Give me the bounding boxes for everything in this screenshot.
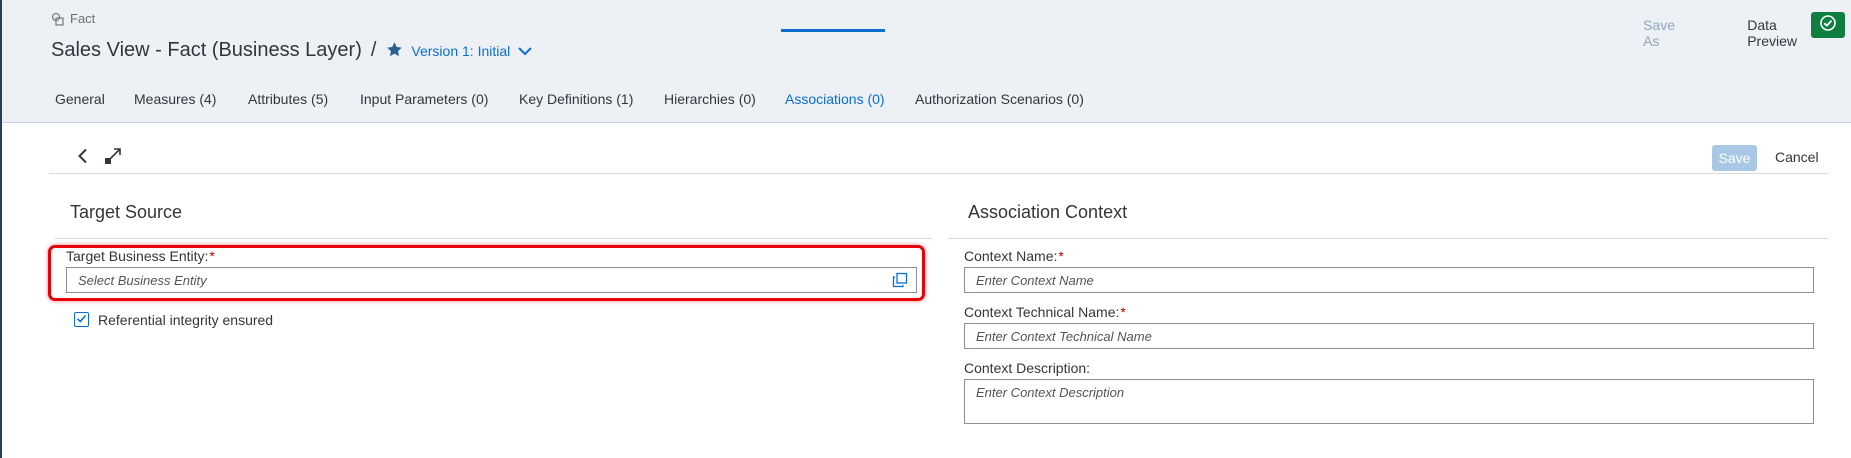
expand-icon[interactable] bbox=[104, 147, 122, 170]
activate-button[interactable] bbox=[1811, 12, 1845, 38]
context-name-label-text: Context Name: bbox=[964, 248, 1058, 264]
referential-integrity-label: Referential integrity ensured bbox=[98, 312, 274, 328]
cube-icon bbox=[51, 12, 65, 26]
breadcrumb-label: Fact bbox=[70, 11, 96, 26]
title-row: Sales View - Fact (Business Layer) / Ver… bbox=[51, 39, 532, 62]
object-header: Fact Sales View - Fact (Business Layer) … bbox=[2, 0, 1851, 123]
context-technical-name-placeholder: Enter Context Technical Name bbox=[976, 329, 1152, 344]
highlight-annotation bbox=[48, 245, 925, 301]
tab-input-parameters[interactable]: Input Parameters (0) bbox=[360, 91, 488, 123]
chevron-down-icon[interactable] bbox=[518, 43, 532, 59]
tab-measures[interactable]: Measures (4) bbox=[134, 91, 216, 123]
association-context-title: Association Context bbox=[968, 202, 1128, 222]
association-context-divider bbox=[948, 238, 1829, 239]
tab-associations[interactable]: Associations (0) bbox=[785, 91, 885, 123]
required-marker: * bbox=[1058, 248, 1064, 264]
context-description-placeholder: Enter Context Description bbox=[976, 385, 1125, 400]
required-marker: * bbox=[1120, 304, 1126, 320]
title-separator: / bbox=[370, 39, 377, 61]
context-name-label: Context Name:* bbox=[964, 248, 1064, 264]
context-technical-name-label: Context Technical Name:* bbox=[964, 304, 1126, 320]
page-title: Sales View - Fact (Business Layer) bbox=[51, 39, 362, 61]
context-name-placeholder: Enter Context Name bbox=[976, 273, 1094, 288]
active-tab-indicator bbox=[781, 29, 885, 32]
tab-general[interactable]: General bbox=[55, 91, 105, 123]
tab-attributes[interactable]: Attributes (5) bbox=[248, 91, 328, 123]
detail-toolbar: Save Cancel bbox=[49, 144, 1829, 174]
target-source-title: Target Source bbox=[70, 202, 183, 222]
breadcrumb[interactable]: Fact bbox=[51, 11, 95, 26]
save-as-button[interactable]: Save As bbox=[1643, 17, 1675, 49]
context-technical-name-label-text: Context Technical Name: bbox=[964, 304, 1120, 320]
context-name-input[interactable]: Enter Context Name bbox=[964, 267, 1814, 293]
checkmark-icon bbox=[76, 311, 87, 329]
save-button[interactable]: Save bbox=[1712, 145, 1757, 171]
referential-integrity-checkbox[interactable] bbox=[74, 312, 89, 327]
chevron-left-icon[interactable] bbox=[76, 148, 90, 169]
tab-key-definitions[interactable]: Key Definitions (1) bbox=[519, 91, 633, 123]
context-description-textarea[interactable]: Enter Context Description bbox=[964, 379, 1814, 424]
star-icon bbox=[386, 41, 403, 61]
tab-authorization-scenarios[interactable]: Authorization Scenarios (0) bbox=[915, 91, 1084, 123]
target-source-divider bbox=[55, 238, 932, 239]
context-technical-name-input[interactable]: Enter Context Technical Name bbox=[964, 323, 1814, 349]
context-description-label: Context Description: bbox=[964, 360, 1091, 376]
data-preview-button[interactable]: Data Preview bbox=[1747, 17, 1797, 49]
cancel-button[interactable]: Cancel bbox=[1775, 149, 1819, 165]
check-circle-icon bbox=[1819, 14, 1837, 37]
version-label: Version 1: Initial bbox=[411, 42, 511, 59]
tab-hierarchies[interactable]: Hierarchies (0) bbox=[664, 91, 756, 123]
version-selector[interactable]: Version 1: Initial bbox=[386, 41, 532, 61]
